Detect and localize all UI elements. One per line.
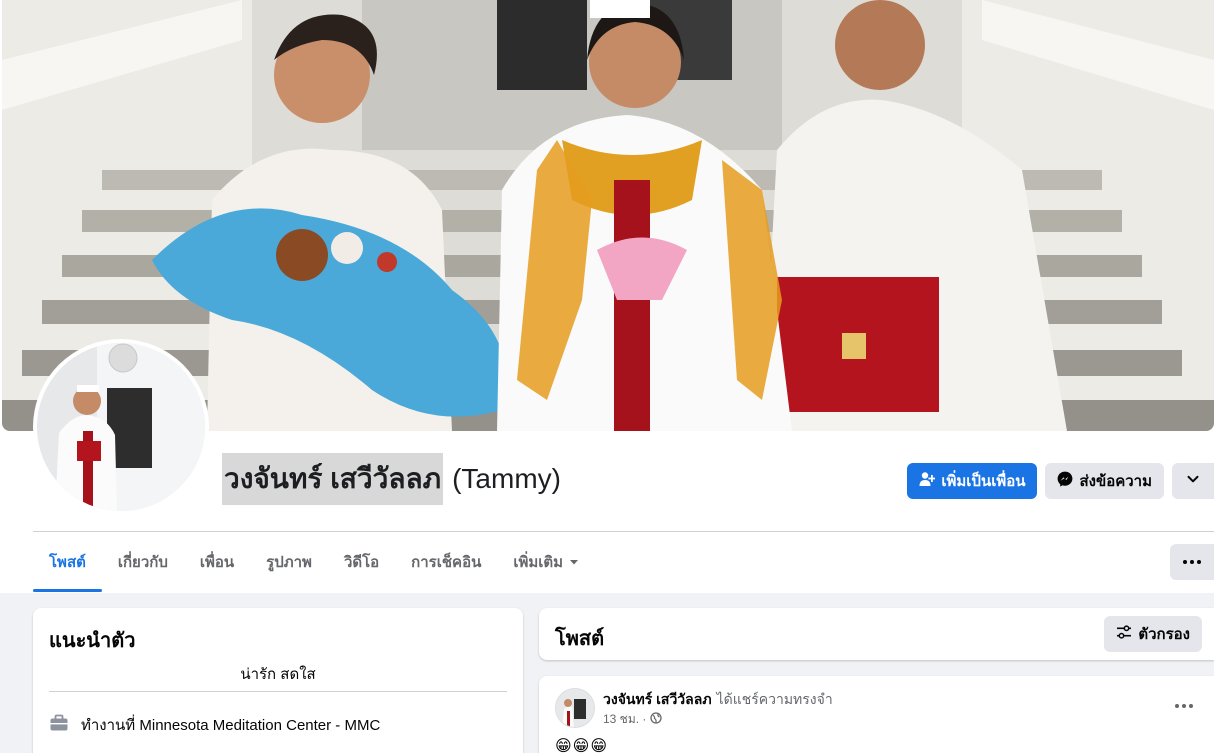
tab-friends[interactable]: เพื่อน	[184, 532, 250, 592]
add-friend-label: เพิ่มเป็นเพื่อน	[941, 473, 1026, 490]
tab-label: รูปภาพ	[266, 554, 312, 571]
tab-videos[interactable]: วิดีโอ	[328, 532, 395, 592]
intro-title: แนะนำตัว	[49, 630, 136, 652]
profile-actions: เพิ่มเป็นเพื่อน ส่งข้อความ	[907, 463, 1214, 499]
post-timestamp[interactable]: 13 ชม. ·	[603, 710, 646, 729]
profile-header: วงจันทร์ เสวีวัลลภ (Tammy) เพิ่มเป็นเพื่…	[0, 0, 1214, 593]
intro-work-item: ทำงานที่ Minnesota Meditation Center - M…	[49, 713, 380, 737]
intro-work-text: ทำงานที่ Minnesota Meditation Center - M…	[81, 717, 381, 734]
post-author-avatar[interactable]	[555, 688, 595, 728]
more-options-button[interactable]	[1170, 544, 1214, 580]
profile-avatar[interactable]	[33, 339, 209, 515]
message-button[interactable]: ส่งข้อความ	[1045, 463, 1164, 499]
post-options-button[interactable]	[1170, 692, 1198, 720]
post-action-text: ได้แชร์ความทรงจำ	[716, 691, 833, 707]
intro-bio: น่ารัก สดใส	[240, 666, 316, 683]
profile-options-button[interactable]	[1172, 463, 1214, 499]
globe-icon	[650, 712, 663, 727]
tab-label: เพื่อน	[199, 554, 235, 571]
tab-label: วิดีโอ	[343, 554, 380, 571]
profile-name-main: วงจันทร์ เสวีวัลลภ	[222, 453, 444, 505]
more-dots-icon	[1175, 704, 1193, 708]
tab-photos[interactable]: รูปภาพ	[250, 532, 328, 592]
post-text: 😁😁😁	[555, 738, 609, 753]
add-friend-button[interactable]: เพิ่มเป็นเพื่อน	[907, 463, 1038, 499]
tab-label: เกี่ยวกับ	[117, 554, 168, 571]
briefcase-icon	[49, 713, 69, 737]
intro-divider	[49, 691, 507, 692]
profile-name: วงจันทร์ เสวีวัลลภ (Tammy)	[222, 453, 561, 505]
tab-about[interactable]: เกี่ยวกับ	[102, 532, 184, 592]
message-label: ส่งข้อความ	[1079, 473, 1152, 490]
add-friend-icon	[919, 471, 936, 491]
profile-tabs: โพสต์ เกี่ยวกับ เพื่อน รูปภาพ วิดีโอ การ…	[33, 532, 595, 592]
chevron-down-icon	[1186, 472, 1200, 490]
tab-posts[interactable]: โพสต์	[33, 532, 102, 592]
post-meta: 13 ชม. ·	[603, 710, 663, 729]
tab-checkins[interactable]: การเช็คอิน	[395, 532, 497, 592]
post-header: วงจันทร์ เสวีวัลลภ ได้แชร์ความทรงจำ	[603, 689, 833, 711]
post-author-name[interactable]: วงจันทร์ เสวีวัลลภ	[603, 689, 712, 711]
intro-card: แนะนำตัว น่ารัก สดใส ทำงานที่ Minnesota …	[33, 608, 523, 753]
tab-label: การเช็คอิน	[411, 554, 482, 571]
post-card: วงจันทร์ เสวีวัลลภ ได้แชร์ความทรงจำ 13 ช…	[539, 676, 1214, 753]
caret-down-icon	[569, 554, 579, 571]
filter-icon	[1116, 624, 1132, 644]
posts-header-card: โพสต์ ตัวกรอง	[539, 608, 1214, 660]
tab-label: โพสต์	[49, 554, 86, 571]
tab-label: เพิ่มเติม	[513, 554, 564, 571]
posts-title: โพสต์	[555, 628, 605, 650]
more-dots-icon	[1183, 560, 1201, 564]
tab-more[interactable]: เพิ่มเติม	[497, 532, 595, 592]
filter-button[interactable]: ตัวกรอง	[1104, 616, 1202, 652]
profile-alternate-name: (Tammy)	[452, 463, 561, 494]
messenger-icon	[1057, 471, 1073, 491]
filter-label: ตัวกรอง	[1138, 626, 1190, 643]
